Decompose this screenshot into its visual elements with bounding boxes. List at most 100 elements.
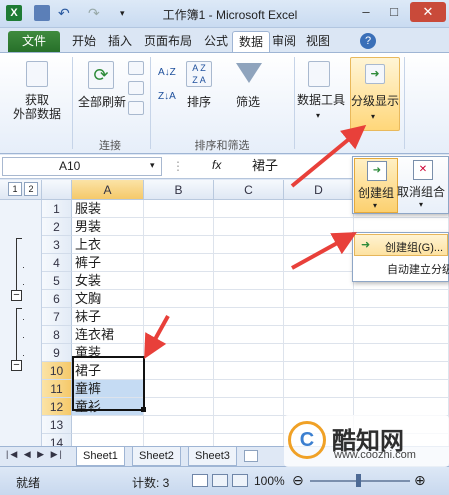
- cell-empty[interactable]: [144, 434, 214, 446]
- cell-empty[interactable]: [354, 380, 449, 398]
- sort-button[interactable]: 排序: [180, 95, 218, 109]
- row-header[interactable]: 3: [42, 236, 72, 254]
- cell-empty[interactable]: [214, 398, 284, 416]
- tab-review[interactable]: 审阅: [266, 31, 302, 52]
- cell-a[interactable]: 上衣: [72, 236, 144, 254]
- cell-empty[interactable]: [144, 398, 214, 416]
- column-header-a[interactable]: A: [72, 180, 144, 200]
- customize-qat-icon[interactable]: ▾: [120, 5, 136, 21]
- filter-button[interactable]: 筛选: [228, 95, 268, 109]
- zoom-slider-thumb[interactable]: [356, 474, 361, 487]
- cell-a[interactable]: 袜子: [72, 308, 144, 326]
- cell-empty[interactable]: [214, 218, 284, 236]
- cell-empty[interactable]: [144, 326, 214, 344]
- cell-empty[interactable]: [144, 254, 214, 272]
- cell-empty[interactable]: [214, 200, 284, 218]
- data-tools-button[interactable]: 数据工具: [296, 93, 346, 107]
- tab-file[interactable]: 文件: [8, 31, 60, 52]
- column-header-b[interactable]: B: [144, 180, 214, 200]
- name-box-dropdown-icon[interactable]: ▾: [150, 160, 155, 171]
- maximize-button[interactable]: □: [382, 2, 406, 22]
- row-header[interactable]: 8: [42, 326, 72, 344]
- tab-home[interactable]: 开始: [66, 31, 102, 52]
- cell-empty[interactable]: [354, 308, 449, 326]
- redo-icon[interactable]: ↷: [88, 5, 104, 21]
- cell-empty[interactable]: [284, 326, 354, 344]
- row-header[interactable]: 14: [42, 434, 72, 446]
- cell-empty[interactable]: [284, 308, 354, 326]
- page-break-view-icon[interactable]: [232, 474, 248, 487]
- cell-empty[interactable]: [284, 398, 354, 416]
- zoom-level[interactable]: 100%: [254, 474, 285, 488]
- cell-a[interactable]: 服装: [72, 200, 144, 218]
- properties-icon[interactable]: [128, 81, 144, 95]
- insert-function-icon[interactable]: fx: [212, 158, 221, 172]
- row-header[interactable]: 10: [42, 362, 72, 380]
- cell-empty[interactable]: [144, 272, 214, 290]
- connections-icon[interactable]: [128, 61, 144, 75]
- tab-formulas[interactable]: 公式: [198, 31, 234, 52]
- cell-empty[interactable]: [354, 290, 449, 308]
- cell-empty[interactable]: [284, 344, 354, 362]
- cell-empty[interactable]: [214, 272, 284, 290]
- row-header[interactable]: 5: [42, 272, 72, 290]
- normal-view-icon[interactable]: [192, 474, 208, 487]
- refresh-all-button[interactable]: 全部刷新: [74, 95, 130, 109]
- sheet-tab-3[interactable]: Sheet3: [188, 447, 237, 466]
- cell-empty[interactable]: [284, 218, 354, 236]
- row-header[interactable]: 1: [42, 200, 72, 218]
- minimize-button[interactable]: –: [354, 2, 378, 22]
- cell-empty[interactable]: [214, 254, 284, 272]
- sort-az-icon[interactable]: A↓Z: [158, 67, 176, 78]
- row-header[interactable]: 11: [42, 380, 72, 398]
- save-icon[interactable]: [34, 5, 50, 21]
- ungroup-icon[interactable]: ✕: [413, 160, 433, 180]
- cell-a[interactable]: 连衣裙: [72, 326, 144, 344]
- cell-a[interactable]: 裤子: [72, 254, 144, 272]
- zoom-out-icon[interactable]: ⊖: [292, 472, 304, 489]
- cell-empty[interactable]: [144, 236, 214, 254]
- cell-empty[interactable]: [284, 254, 354, 272]
- cell-empty[interactable]: [144, 380, 214, 398]
- cell-empty[interactable]: [354, 344, 449, 362]
- undo-icon[interactable]: ↶: [58, 5, 74, 21]
- column-header-d[interactable]: D: [284, 180, 354, 200]
- collapse-group-icon[interactable]: −: [11, 290, 22, 301]
- cell-empty[interactable]: [354, 326, 449, 344]
- cell-empty[interactable]: [354, 362, 449, 380]
- sort-za-icon[interactable]: Z↓A: [158, 91, 176, 102]
- row-header[interactable]: 4: [42, 254, 72, 272]
- tab-data[interactable]: 数据: [232, 31, 271, 52]
- cell-empty[interactable]: [214, 416, 284, 434]
- cell-empty[interactable]: [284, 272, 354, 290]
- zoom-in-icon[interactable]: ⊕: [414, 472, 426, 489]
- sheet-tab-2[interactable]: Sheet2: [132, 447, 181, 466]
- outline-level-1-button[interactable]: 1: [8, 182, 22, 196]
- column-header-c[interactable]: C: [214, 180, 284, 200]
- cell-empty[interactable]: [354, 398, 449, 416]
- cell-a[interactable]: 文胸: [72, 290, 144, 308]
- tab-insert[interactable]: 插入: [102, 31, 138, 52]
- sheet-nav-icons[interactable]: |◀ ◀ ▶ ▶|: [6, 449, 64, 460]
- cell-empty[interactable]: [284, 236, 354, 254]
- fill-handle[interactable]: [141, 407, 146, 412]
- menu-item-auto-outline[interactable]: 自动建立分级: [387, 261, 449, 277]
- help-icon[interactable]: ?: [360, 33, 376, 49]
- cell-empty[interactable]: [144, 308, 214, 326]
- cell-empty[interactable]: [214, 308, 284, 326]
- menu-item-create-group[interactable]: ➜ 创建组(G)...: [354, 234, 448, 256]
- select-all-corner[interactable]: [42, 180, 72, 200]
- sheet-tab-1[interactable]: Sheet1: [76, 447, 125, 466]
- outline-button-frame[interactable]: ➜ 分级显示 ▾: [350, 57, 400, 131]
- insert-sheet-icon[interactable]: [244, 450, 258, 462]
- worksheet-grid[interactable]: · · − · · · − 1 2 A B C D 1 服装 2 男装 3 上衣 4 裤子 5 女…: [0, 180, 449, 446]
- get-external-data-button[interactable]: 获取 外部数据: [4, 93, 70, 121]
- cell-empty[interactable]: [214, 236, 284, 254]
- page-layout-view-icon[interactable]: [212, 474, 228, 487]
- row-header[interactable]: 6: [42, 290, 72, 308]
- collapse-group-icon[interactable]: −: [11, 360, 22, 371]
- cell-empty[interactable]: [144, 362, 214, 380]
- row-header[interactable]: 12: [42, 398, 72, 416]
- cell-empty[interactable]: [284, 200, 354, 218]
- tab-view[interactable]: 视图: [300, 31, 336, 52]
